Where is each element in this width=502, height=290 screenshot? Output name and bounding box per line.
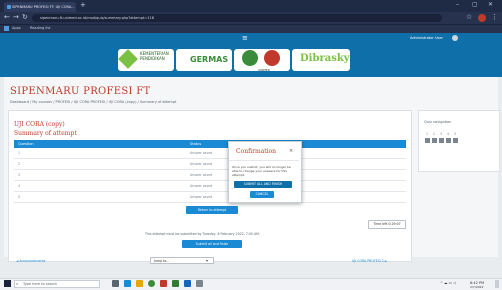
jump-to-select[interactable]: Jump to... [150,257,214,264]
timer-box: Time left 0:29:07 [368,220,406,229]
chrome-icon[interactable] [148,280,155,287]
quiz-title: UJI CORA (copy) [14,121,65,128]
dialog-message: Once you submit, you will no longer be a… [232,165,291,177]
next-activity-link[interactable]: UJI CORA PROFESI 2 ► [352,259,387,263]
question-number[interactable]: 1 [18,151,20,155]
germas-logo-text: GERMAS [190,55,229,64]
avatar[interactable] [452,35,458,41]
search-icon: ⌕ [16,281,19,286]
submit-all-button[interactable]: Submit all and finish [182,240,242,248]
question-number[interactable]: 4 [18,184,20,188]
close-icon[interactable]: × [289,148,293,154]
search-placeholder: Type here to search [23,282,58,286]
question-status: Answer saved [190,162,213,166]
close-window-button[interactable]: ✕ [488,1,493,8]
reload-icon[interactable]: ↻ [22,13,28,21]
nav-question-number: 1 [426,132,429,136]
university-emblem-icon [242,50,258,66]
tab-favicon-icon [7,5,11,9]
star-icon[interactable]: ☆ [466,13,472,21]
question-number[interactable]: 3 [18,173,20,177]
question-status: Answer saved [190,184,213,188]
browser-menu-icon[interactable]: ⋮ [491,13,498,21]
jump-to-label: Jump to... [154,259,170,263]
column-header-status: Status [190,142,202,146]
cancel-button[interactable]: CANCEL [250,191,274,198]
task-view-icon[interactable] [112,280,119,287]
return-to-attempt-button[interactable]: Return to attempt [186,206,238,214]
taskbar-search-input[interactable]: Type here to search [14,280,100,288]
back-icon[interactable]: ← [4,13,10,21]
breadcrumb[interactable]: Dashboard / My courses / PROFESI / UJI C… [10,100,176,104]
dialog-title: Confirmation [236,148,277,155]
nav-question-number: 4 [447,132,450,136]
new-tab-button[interactable]: + [80,1,86,9]
nav-question-number: 2 [433,132,436,136]
nav-question-button[interactable] [453,138,458,143]
word-icon[interactable] [184,280,191,287]
question-number[interactable]: 2 [18,162,20,166]
quiz-navigation-title: Quiz navigation [424,120,452,124]
column-header-question: Question [18,142,34,146]
bookmark-item[interactable]: Reading list [30,25,50,32]
maximize-button[interactable]: ▢ [472,1,478,8]
bookmarks-bar [0,24,502,33]
tab-title: SIPENMARU PROFESI FT: UJI CORA... [12,5,75,9]
bookmark-apps[interactable]: Apps [12,25,21,32]
question-status: Answer saved [190,195,213,199]
nav-question-number: 5 [454,132,457,136]
clock-date[interactable]: 2/7/2022 [470,285,483,289]
address-input[interactable]: sipenmaru.ft.unimed.ac.id/mod/quiz/summa… [32,14,442,22]
system-tray-icons[interactable]: ^ ☁ ▭ ◁ [440,281,456,285]
excel-icon[interactable] [172,280,179,287]
question-status: Answer saved [190,151,213,155]
ministry-logo-text: KEMENTERIAN PENDIDIKAN [140,51,169,61]
notification-icon[interactable] [495,280,499,288]
nav-question-button[interactable] [446,138,451,143]
windows-start-icon[interactable] [4,280,11,287]
file-explorer-icon[interactable] [136,280,143,287]
university-crest-icon [264,50,280,66]
nav-question-button[interactable] [425,138,430,143]
hamburger-icon[interactable]: ≡ [242,33,248,43]
nav-question-number: 3 [440,132,443,136]
summary-title: Summary of attempt [14,130,77,137]
minimize-button[interactable]: – [456,1,459,8]
forward-icon[interactable]: → [13,13,19,21]
submission-note: This attempt must be submitted by Tuesda… [145,232,260,236]
question-number[interactable]: 5 [18,195,20,199]
browser-tab[interactable]: SIPENMARU PROFESI FT: UJI CORA... [4,2,76,12]
chevron-down-icon: ▾ [206,258,209,263]
dibrasky-logo-text: Dibrasky [300,53,350,64]
nav-question-button[interactable] [439,138,444,143]
table-header [14,140,406,148]
edge-icon[interactable] [124,280,131,287]
dialog-divider [229,160,299,161]
profile-icon[interactable] [478,14,486,22]
prev-activity-link[interactable]: ◄ Announcements [16,259,45,263]
app-icon[interactable] [196,280,203,287]
question-status: Answer saved [190,173,213,177]
mail-icon[interactable] [160,280,167,287]
university-logo-text: UNIMED [258,68,271,72]
user-menu[interactable]: Administrator User [410,35,443,41]
nav-question-button[interactable] [432,138,437,143]
apps-icon[interactable] [4,26,9,31]
page-title: SIPENMARU PROFESI FT [10,86,151,97]
confirm-submit-button[interactable]: SUBMIT ALL AND FINISH [234,181,292,188]
